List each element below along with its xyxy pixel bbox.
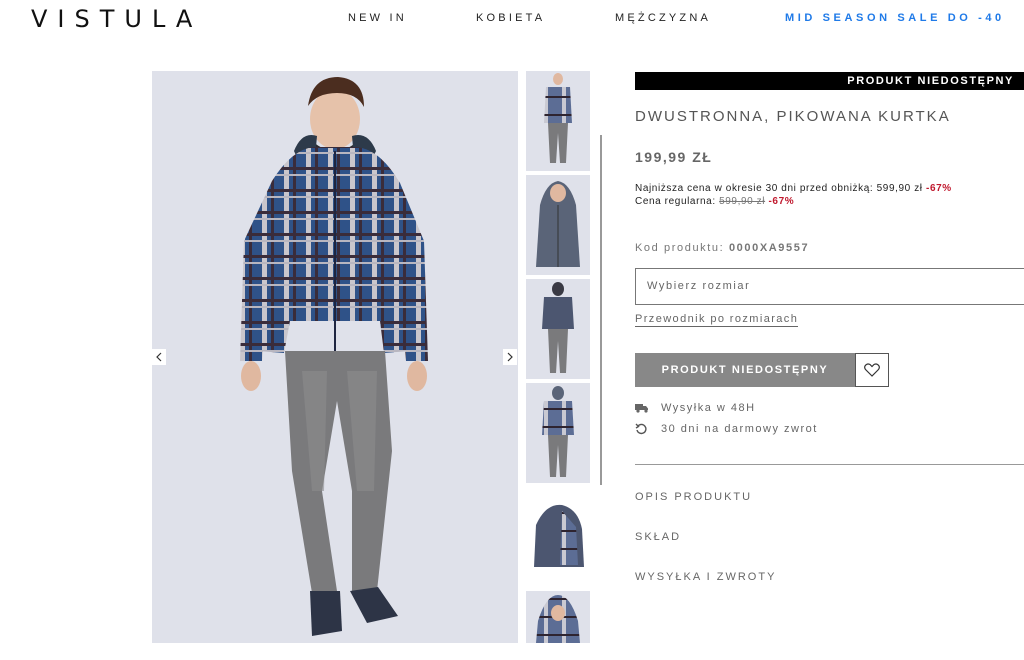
size-select[interactable]: Wybierz rozmiar xyxy=(635,268,1024,305)
chevron-right-icon xyxy=(507,352,513,362)
accordion-shipping-returns[interactable]: WYSYŁKA I ZWROTY xyxy=(635,571,776,583)
returns-text: 30 dni na darmowy zwrot xyxy=(661,423,818,435)
truck-icon xyxy=(635,403,661,413)
regular-price-line: Cena regularna: 599,90 zł -67% xyxy=(635,196,794,207)
nav-new-in[interactable]: NEW IN xyxy=(348,12,407,24)
nav-women[interactable]: KOBIETA xyxy=(476,12,545,24)
main-product-image[interactable] xyxy=(152,71,518,643)
regular-price-label: Cena regularna: xyxy=(635,196,716,207)
accordion-description[interactable]: OPIS PRODUKTU xyxy=(635,491,752,503)
wishlist-button[interactable] xyxy=(855,353,889,387)
vistula-logo[interactable]: VISTULA xyxy=(31,5,202,33)
thumbnail-strip xyxy=(526,71,590,643)
size-guide-link[interactable]: Przewodnik po rozmiarach xyxy=(635,313,799,327)
return-arrow-icon xyxy=(635,423,661,435)
unavailable-button[interactable]: PRODUKT NIEDOSTĘPNY xyxy=(635,353,855,387)
section-divider xyxy=(635,464,1024,465)
product-photo-icon xyxy=(544,73,572,163)
product-photo-icon xyxy=(240,77,428,636)
product-photo-icon xyxy=(542,282,574,373)
product-photo-icon xyxy=(534,504,584,567)
product-title: DWUSTRONNA, PIKOWANA KURTKA xyxy=(635,108,951,125)
shipping-info: Wysyłka w 48H xyxy=(635,402,756,414)
nav-sale[interactable]: MID SEASON SALE DO -40 xyxy=(785,12,1005,24)
heart-icon xyxy=(864,363,880,377)
site-header: VISTULA NEW IN KOBIETA MĘŻCZYZNA MID SEA… xyxy=(0,0,1024,40)
shipping-text: Wysyłka w 48H xyxy=(661,402,756,414)
returns-info: 30 dni na darmowy zwrot xyxy=(635,423,818,435)
product-code-value: 0000XA9557 xyxy=(728,242,810,254)
thumbnail-scrollbar[interactable] xyxy=(600,135,602,485)
product-price: 199,99 ZŁ xyxy=(635,149,713,165)
regular-price-discount: -67% xyxy=(768,196,795,207)
product-photo-icon xyxy=(536,181,580,267)
nav-men[interactable]: MĘŻCZYZNA xyxy=(615,12,711,24)
product-photo-icon xyxy=(542,386,574,477)
lowest-price-label: Najniższa cena w okresie 30 dni przed ob… xyxy=(635,183,923,194)
product-code: Kod produktu: 0000XA9557 xyxy=(635,242,809,254)
gallery-next-button[interactable] xyxy=(503,349,517,365)
thumbnail-6[interactable] xyxy=(526,591,590,643)
thumbnail-2[interactable] xyxy=(526,175,590,275)
thumbnail-3[interactable] xyxy=(526,279,590,379)
accordion-composition[interactable]: SKŁAD xyxy=(635,531,681,543)
lowest-price-discount: -67% xyxy=(926,183,952,194)
availability-banner: PRODUKT NIEDOSTĘPNY xyxy=(635,72,1024,90)
lowest-price-line: Najniższa cena w okresie 30 dni przed ob… xyxy=(635,183,952,194)
product-photo-icon xyxy=(536,595,580,643)
regular-price-value: 599,90 zł xyxy=(719,196,766,207)
thumbnail-1[interactable] xyxy=(526,71,590,171)
chevron-left-icon xyxy=(156,352,162,362)
thumbnail-5[interactable] xyxy=(526,487,590,587)
gallery-prev-button[interactable] xyxy=(152,349,166,365)
thumbnail-4[interactable] xyxy=(526,383,590,483)
product-code-label: Kod produktu: xyxy=(635,242,725,254)
